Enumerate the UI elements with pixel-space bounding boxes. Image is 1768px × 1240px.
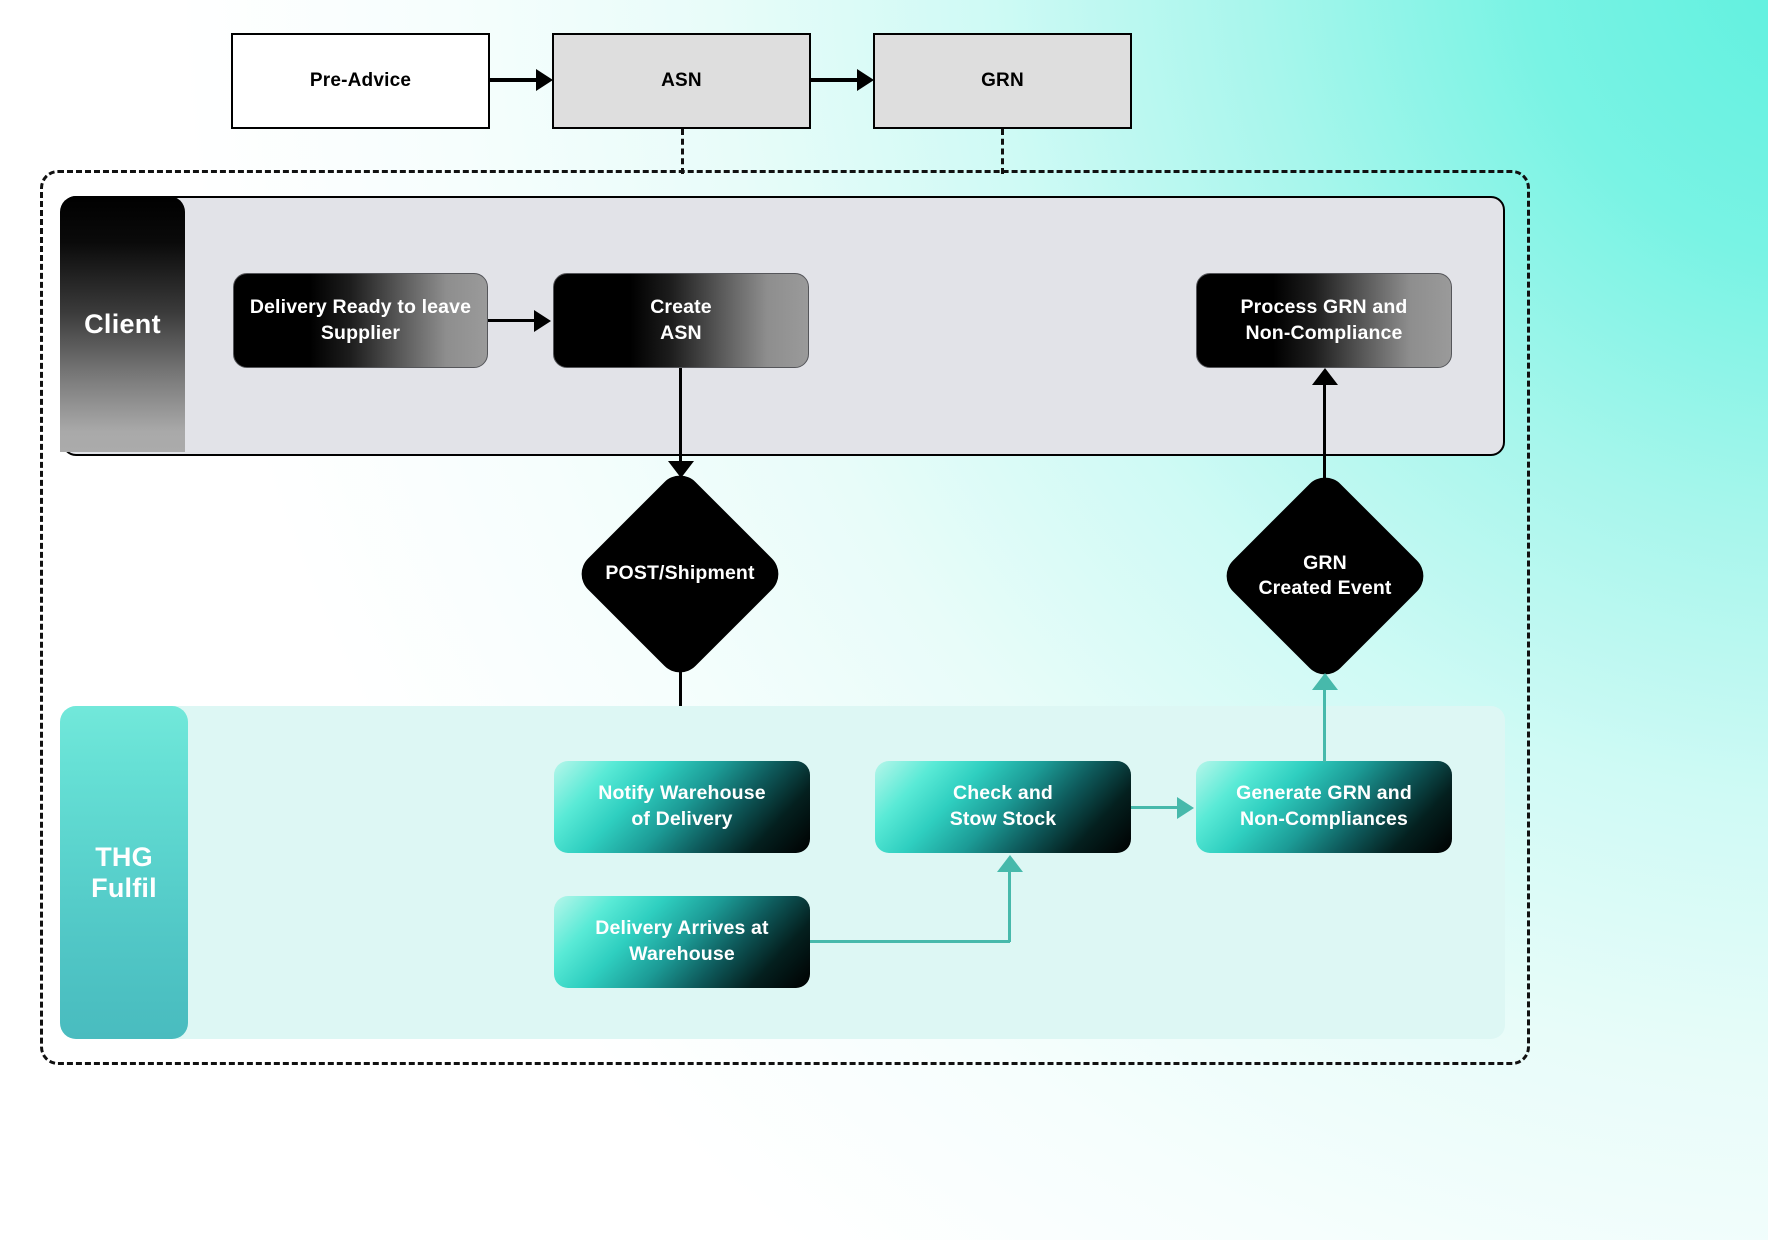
connector-generategrn-grncreated	[1323, 690, 1326, 762]
diagram-canvas: Pre-Advice ASN GRN Client Delivery Ready…	[0, 0, 1768, 1240]
node-process-grn-line1: Process GRN and	[1240, 295, 1408, 318]
connector-generategrn-grncreated-arrowhead	[1312, 673, 1338, 690]
node-generate-grn-line1: Generate GRN and	[1236, 782, 1412, 805]
node-notify-warehouse-of-delivery[interactable]: Notify Warehouse of Delivery	[554, 761, 810, 853]
node-grn[interactable]: GRN	[873, 33, 1132, 129]
node-asn[interactable]: ASN	[552, 33, 811, 129]
lane-thg-fulfil-label: THG Fulfil	[60, 706, 188, 1039]
node-check-stow-line1: Check and	[953, 782, 1053, 805]
lane-thg-label-line1: THG	[95, 841, 153, 872]
event-post-shipment-shape	[572, 466, 788, 682]
connector-deliveryready-createasn-arrowhead	[534, 310, 551, 332]
connector-preadvice-asn	[490, 78, 538, 82]
connector-asn-dashed-drop	[681, 129, 684, 174]
connector-grn-dashed-drop	[1001, 129, 1004, 174]
connector-createasn-postshipment	[679, 368, 682, 466]
node-pre-advice-label: Pre-Advice	[309, 70, 412, 91]
node-pre-advice[interactable]: Pre-Advice	[231, 33, 490, 129]
node-generate-grn-and-non-compliances[interactable]: Generate GRN and Non-Compliances	[1196, 761, 1452, 853]
node-delivery-arrives-at-warehouse[interactable]: Delivery Arrives at Warehouse	[554, 896, 810, 988]
node-process-grn-line2: Non-Compliance	[1245, 321, 1403, 344]
connector-asn-grn-arrowhead	[857, 69, 874, 91]
node-create-asn-line2: ASN	[660, 321, 702, 344]
node-process-grn-and-non-compliance[interactable]: Process GRN and Non-Compliance	[1196, 273, 1452, 368]
lane-client-label-text: Client	[84, 308, 161, 339]
connector-checkstow-generategrn	[1131, 806, 1179, 809]
node-check-stow-line2: Stow Stock	[949, 808, 1057, 830]
node-delivery-ready-line2: Supplier	[320, 321, 401, 344]
event-grn-created[interactable]	[1217, 468, 1433, 684]
node-delivery-arrives-line1: Delivery Arrives at	[595, 917, 769, 940]
node-check-and-stow-stock[interactable]: Check and Stow Stock	[875, 761, 1131, 853]
connector-grncreated-processgrn	[1323, 385, 1326, 505]
connector-asn-grn	[811, 78, 859, 82]
event-post-shipment[interactable]	[572, 466, 788, 682]
node-delivery-ready-to-leave-supplier[interactable]: Delivery Ready to leave Supplier	[233, 273, 488, 368]
connector-checkstow-generategrn-arrowhead	[1177, 797, 1194, 819]
node-grn-label: GRN	[981, 70, 1024, 91]
lane-thg-fulfil	[62, 706, 1505, 1039]
connector-deliveryarrives-checkstow-vertical	[1008, 872, 1011, 942]
node-create-asn[interactable]: Create ASN	[553, 273, 809, 368]
node-notify-warehouse-line1: Notify Warehouse	[598, 782, 766, 805]
lane-client-label: Client	[60, 196, 185, 452]
node-delivery-arrives-line2: Warehouse	[629, 943, 735, 965]
connector-deliveryarrives-checkstow-horizontal	[810, 940, 1010, 943]
node-create-asn-line1: Create	[650, 295, 712, 318]
node-generate-grn-line2: Non-Compliances	[1239, 808, 1409, 830]
connector-deliveryready-createasn	[488, 319, 536, 322]
lane-thg-label-line2: Fulfil	[91, 872, 157, 903]
node-asn-label: ASN	[661, 70, 702, 91]
node-notify-warehouse-line2: of Delivery	[631, 808, 733, 830]
node-delivery-ready-line1: Delivery Ready to leave	[249, 295, 472, 318]
connector-grncreated-processgrn-arrowhead	[1312, 368, 1338, 385]
connector-preadvice-asn-arrowhead	[536, 69, 553, 91]
connector-deliveryarrives-checkstow-arrowhead	[997, 855, 1023, 872]
